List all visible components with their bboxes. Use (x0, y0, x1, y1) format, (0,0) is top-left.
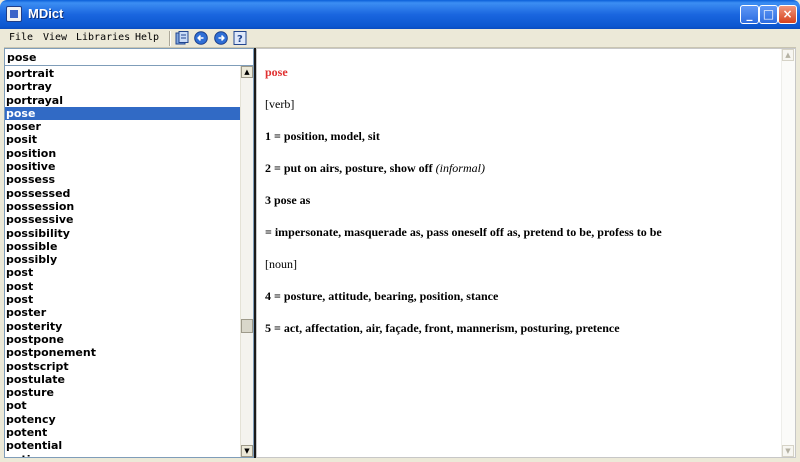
definition-text: 1 = position, model, sit (265, 129, 380, 143)
word-list-item[interactable]: possibly (5, 253, 240, 266)
definition-line: 3 pose as (265, 193, 775, 208)
word-list-item[interactable]: possessive (5, 213, 240, 226)
forward-icon[interactable] (214, 31, 228, 45)
toolbar-separator (169, 31, 171, 46)
menu-libraries[interactable]: Libraries (76, 32, 130, 43)
word-list-item[interactable]: potential (5, 439, 240, 452)
word-list-item[interactable]: potent (5, 426, 240, 439)
word-list-item[interactable]: portrayal (5, 94, 240, 107)
headword: pose (265, 65, 288, 79)
scroll-thumb[interactable] (241, 319, 253, 333)
word-list-item[interactable]: poser (5, 120, 240, 133)
maximize-button[interactable]: □ (759, 5, 778, 24)
definition-pane: pose [verb] 1 = position, model, sit 2 = p… (256, 48, 796, 458)
word-list[interactable]: portrait portray portrayal pose poser posit po… (5, 67, 240, 457)
definition-text: = impersonate, masquerade as, pass onese… (265, 225, 662, 239)
word-list-item[interactable]: postulate (5, 373, 240, 386)
library-icon[interactable] (175, 31, 189, 45)
window-title: MDict (28, 6, 64, 21)
menu-bar: File View Libraries Help ? (4, 29, 796, 48)
word-list-item[interactable]: posture (5, 386, 240, 399)
word-list-scrollbar[interactable]: ▲ ▼ (240, 66, 253, 457)
definition-line: [noun] (265, 257, 775, 272)
scroll-up-button[interactable]: ▲ (782, 49, 794, 61)
word-list-item[interactable]: positive (5, 160, 240, 173)
word-list-item[interactable]: pose (5, 106, 240, 121)
word-list-pane: portraitportrayportrayalposeposerpositpo… (4, 48, 254, 458)
word-list-item[interactable]: post (5, 280, 240, 293)
word-list-item[interactable]: postponement (5, 346, 240, 359)
definition-text: 5 = act, affectation, air, façade, front… (265, 321, 620, 335)
definition-line: 1 = position, model, sit (265, 129, 775, 144)
definition-text: 4 = posture, attitude, bearing, position… (265, 289, 499, 303)
word-list-item[interactable]: post (5, 293, 240, 306)
word-list-item[interactable]: postscript (5, 360, 240, 373)
menu-help[interactable]: Help (135, 32, 159, 43)
word-list-item[interactable]: possible (5, 240, 240, 253)
definition-line: 4 = posture, attitude, bearing, position… (265, 289, 775, 304)
definition-text: 2 = put on airs, posture, show off (265, 161, 436, 175)
menu-view[interactable]: View (43, 32, 67, 43)
definition-line: [verb] (265, 97, 775, 112)
app-icon (6, 6, 22, 22)
definition-line: 5 = act, affectation, air, façade, front… (265, 321, 775, 336)
title-bar[interactable]: MDict _ □ × (0, 0, 800, 29)
scroll-up-button[interactable]: ▲ (241, 66, 253, 78)
word-list-item[interactable]: potency (5, 413, 240, 426)
word-list-item[interactable]: possibility (5, 227, 240, 240)
definition-text: [noun] (265, 257, 297, 271)
definition-text: [verb] (265, 97, 295, 111)
menu-file[interactable]: File (9, 32, 33, 43)
word-list-item[interactable]: pot (5, 399, 240, 412)
word-list-item[interactable]: potion (5, 453, 240, 457)
word-list-item[interactable]: posit (5, 133, 240, 146)
back-icon[interactable] (194, 31, 208, 45)
register-label: (informal) (435, 161, 485, 175)
word-list-item[interactable]: post (5, 266, 240, 279)
word-list-item[interactable]: portray (5, 80, 240, 93)
help-icon[interactable]: ? (233, 31, 247, 45)
word-list-item[interactable]: position (5, 147, 240, 160)
word-list-item[interactable]: possession (5, 200, 240, 213)
definition-line: = impersonate, masquerade as, pass onese… (265, 225, 775, 240)
close-button[interactable]: × (778, 5, 797, 24)
definition-content: pose [verb] 1 = position, model, sit 2 = p… (265, 65, 775, 353)
minimize-button[interactable]: _ (740, 5, 759, 24)
search-input[interactable] (5, 49, 253, 66)
word-list-item[interactable]: possess (5, 173, 240, 186)
definition-scrollbar[interactable]: ▲ ▼ (781, 49, 795, 457)
word-list-item[interactable]: poster (5, 306, 240, 319)
scroll-down-button[interactable]: ▼ (241, 445, 253, 457)
svg-text:?: ? (237, 34, 243, 45)
word-list-item[interactable]: postpone (5, 333, 240, 346)
definition-line: 2 = put on airs, posture, show off (info… (265, 161, 775, 176)
definition-text: 3 pose as (265, 193, 311, 207)
scroll-down-button[interactable]: ▼ (782, 445, 794, 457)
word-list-item[interactable]: portrait (5, 67, 240, 80)
word-list-item[interactable]: posterity (5, 320, 240, 333)
word-list-item[interactable]: possessed (5, 187, 240, 200)
